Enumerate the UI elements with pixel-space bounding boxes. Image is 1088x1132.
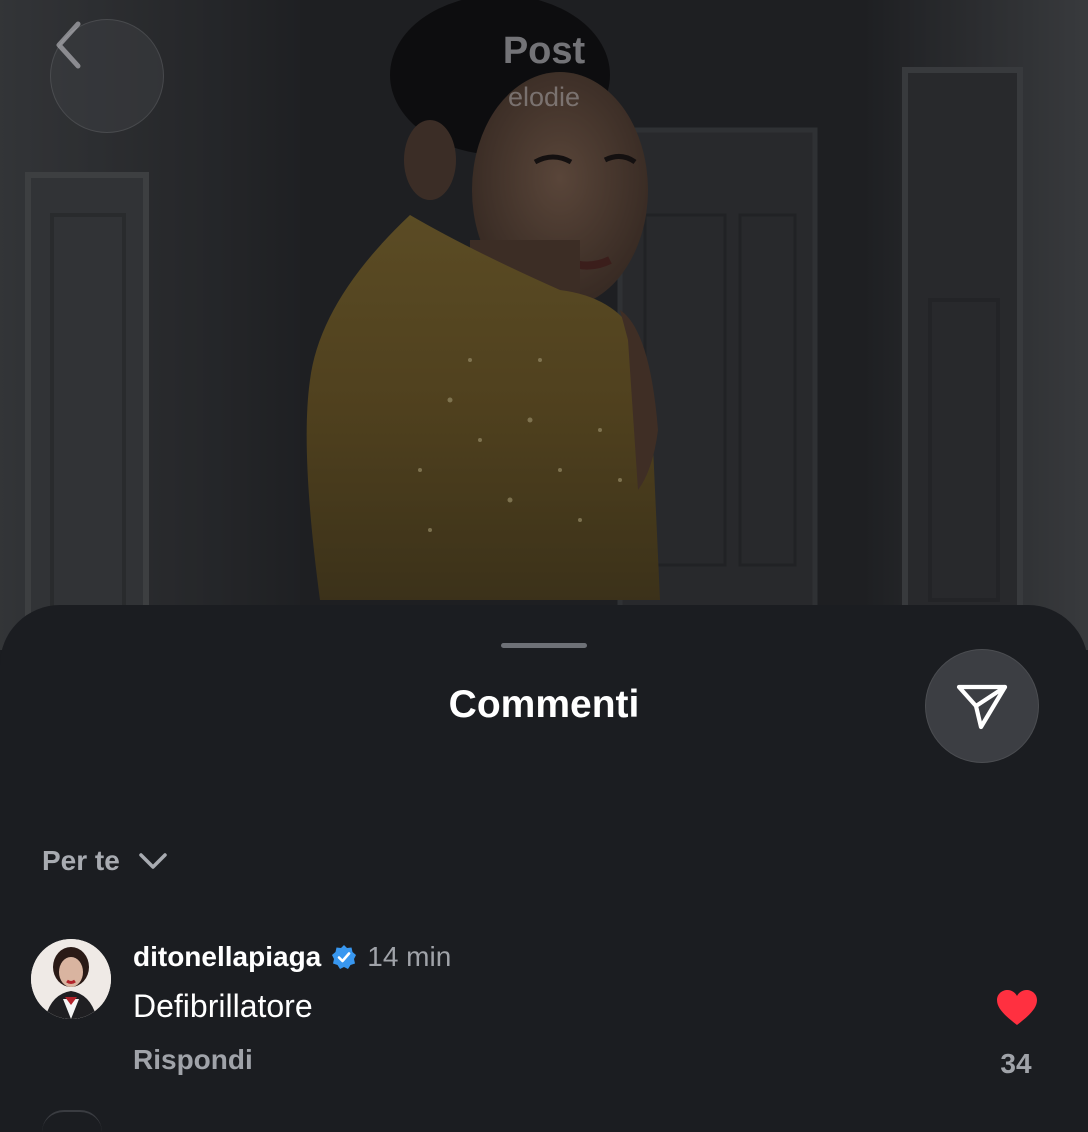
comments-sheet: Commenti Per te ditonellapiaga 14 min De… xyxy=(0,605,1088,1125)
like-button[interactable] xyxy=(996,989,1038,1032)
header-title: Post xyxy=(502,30,586,72)
share-button[interactable] xyxy=(925,649,1039,763)
sheet-grabber[interactable] xyxy=(501,643,587,648)
avatar[interactable] xyxy=(31,939,111,1019)
header-username[interactable]: elodie xyxy=(0,82,1088,113)
send-icon xyxy=(956,684,1008,730)
comment-time: 14 min xyxy=(367,941,452,972)
post-photo: Post elodie xyxy=(0,0,1088,650)
verified-badge-icon xyxy=(332,945,357,969)
like-count: 34 xyxy=(1000,1048,1032,1079)
chevron-down-icon xyxy=(139,853,167,869)
comment-username[interactable]: ditonellapiaga xyxy=(133,941,321,973)
comment-header: ditonellapiaga 14 min xyxy=(133,941,451,973)
reply-button[interactable]: Rispondi xyxy=(133,1044,253,1076)
comment-text: Defibrillatore xyxy=(133,988,313,1024)
heart-icon xyxy=(997,990,1037,1025)
sort-label: Per te xyxy=(42,845,120,876)
avatar-image xyxy=(31,939,111,1019)
next-comment-avatar xyxy=(42,1110,102,1132)
sort-selector[interactable]: Per te xyxy=(42,845,168,877)
